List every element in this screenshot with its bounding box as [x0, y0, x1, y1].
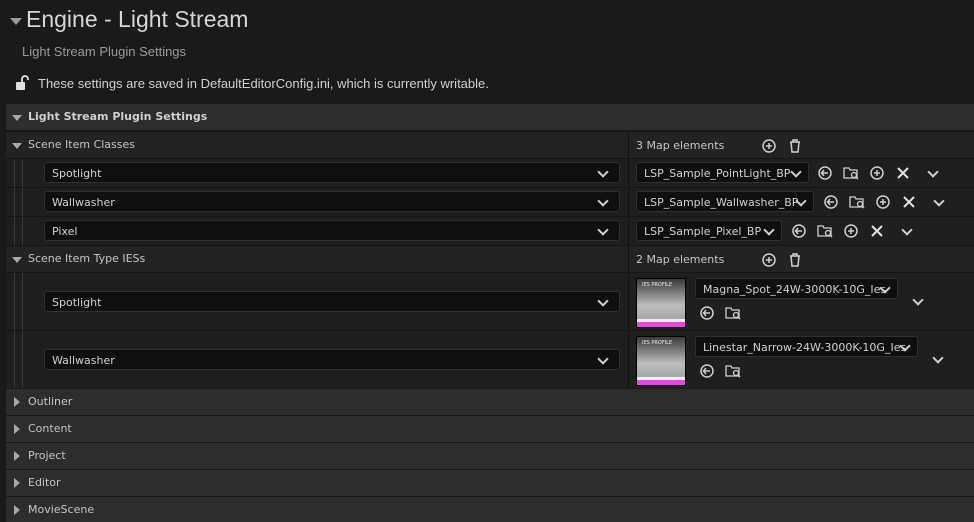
chevron-down-icon — [790, 166, 802, 178]
dropdown-value: Linestar_Narrow-24W-3000K-10G_Ies — [703, 341, 907, 354]
key-dropdown[interactable]: Pixel — [44, 220, 620, 241]
asset-picker[interactable]: Linestar_Narrow-24W-3000K-10G_Ies — [695, 336, 918, 357]
key-dropdown[interactable]: Spotlight — [44, 162, 620, 183]
key-dropdown[interactable]: Wallwasher — [44, 349, 620, 370]
dropdown-value: Magna_Spot_24W-3000K-10G_Ies — [703, 283, 887, 296]
section-label: Content — [28, 422, 72, 435]
trash-icon[interactable] — [787, 138, 803, 154]
property-label: Scene Item Classes — [28, 138, 136, 151]
folder-search-icon[interactable] — [817, 223, 833, 239]
property-label: Scene Item Type IESs — [28, 252, 146, 265]
dropdown-value: LSP_Sample_Wallwasher_BP — [644, 196, 799, 209]
section-outliner[interactable]: Outliner — [6, 389, 974, 415]
section-label: Outliner — [28, 395, 73, 408]
map-count: 3 Map elements — [636, 139, 725, 152]
x-icon[interactable] — [901, 194, 917, 210]
section-content[interactable]: Content — [6, 416, 974, 442]
section-label: Editor — [28, 476, 61, 489]
dropdown-value: LSP_Sample_PointLight_BP — [644, 167, 791, 180]
asset-picker[interactable]: Magna_Spot_24W-3000K-10G_Ies — [695, 278, 898, 299]
page-title: Engine - Light Stream — [26, 6, 249, 32]
unlocked-lock-icon — [16, 75, 29, 90]
chevron-down-icon — [597, 166, 609, 178]
chevron-down-icon — [597, 353, 609, 365]
class-picker[interactable]: LSP_Sample_Wallwasher_BP — [636, 191, 814, 212]
chevron-down-icon — [763, 224, 775, 236]
key-dropdown[interactable]: Spotlight — [44, 291, 620, 312]
expanded-arrow-icon[interactable] — [12, 257, 22, 263]
dropdown-value: Spotlight — [52, 167, 102, 180]
chevron-down-icon — [597, 195, 609, 207]
class-picker[interactable]: LSP_Sample_PointLight_BP — [636, 162, 809, 183]
x-icon[interactable] — [869, 223, 885, 239]
chevron-down-icon — [597, 224, 609, 236]
plus-circle-icon[interactable] — [875, 194, 891, 210]
collapsed-arrow-icon — [14, 505, 20, 515]
map-entry-row: Pixel LSP_Sample_Pixel_BP — [6, 216, 974, 245]
folder-search-icon[interactable] — [725, 363, 741, 379]
ies-thumbnail[interactable]: IES PROFILE — [636, 336, 686, 386]
collapsed-arrow-icon — [14, 397, 20, 407]
dropdown-value: Wallwasher — [52, 354, 115, 367]
arrow-left-circle-icon[interactable] — [817, 165, 833, 181]
dropdown-value: Pixel — [52, 225, 78, 238]
section-label: Project — [28, 449, 66, 462]
plus-circle-icon[interactable] — [869, 165, 885, 181]
page-subtitle: Light Stream Plugin Settings — [22, 44, 187, 59]
ies-thumbnail[interactable]: IES PROFILE — [636, 278, 686, 328]
dropdown-value: Spotlight — [52, 296, 102, 309]
plus-circle-icon[interactable] — [761, 138, 777, 154]
map-entry-row: Wallwasher LSP_Sample_Wallwasher_BP — [6, 187, 974, 216]
trash-icon[interactable] — [787, 252, 803, 268]
chevron-down-icon[interactable] — [927, 166, 939, 178]
dropdown-value: LSP_Sample_Pixel_BP — [644, 225, 762, 238]
chevron-down-icon[interactable] — [912, 294, 924, 306]
folder-search-icon[interactable] — [843, 165, 859, 181]
arrow-left-circle-icon[interactable] — [823, 194, 839, 210]
collapsed-arrow-icon — [14, 478, 20, 488]
map-entry-row: Wallwasher IES PROFILE Linestar_Narrow-2… — [6, 330, 974, 388]
section-project[interactable]: Project — [6, 443, 974, 469]
map-count: 2 Map elements — [636, 253, 725, 266]
plus-circle-icon[interactable] — [761, 252, 777, 268]
map-entry-row: Spotlight LSP_Sample_PointLight_BP — [6, 158, 974, 187]
scene-item-ies-row: Scene Item Type IESs 2 Map elements — [6, 245, 974, 272]
chevron-down-icon[interactable] — [932, 352, 944, 364]
settings-header: Engine - Light Stream Light Stream Plugi… — [0, 0, 974, 104]
section-moviescene[interactable]: MovieScene — [6, 497, 974, 522]
chevron-down-icon — [597, 295, 609, 307]
category-light-stream-plugin-settings[interactable]: Light Stream Plugin Settings — [6, 104, 974, 130]
arrow-left-circle-icon[interactable] — [699, 305, 715, 321]
arrow-left-circle-icon[interactable] — [699, 363, 715, 379]
collapse-arrow-icon[interactable] — [10, 18, 22, 25]
map-entry-row: Spotlight IES PROFILE Magna_Spot_24W-300… — [6, 272, 974, 330]
folder-search-icon[interactable] — [849, 194, 865, 210]
section-label: MovieScene — [28, 503, 95, 516]
arrow-left-circle-icon[interactable] — [791, 223, 807, 239]
folder-search-icon[interactable] — [725, 305, 741, 321]
chevron-down-icon[interactable] — [933, 195, 945, 207]
collapsed-arrow-icon — [14, 424, 20, 434]
scene-item-classes-row: Scene Item Classes 3 Map elements — [6, 131, 974, 158]
expanded-arrow-icon — [12, 115, 22, 121]
key-dropdown[interactable]: Wallwasher — [44, 191, 620, 212]
config-note: These settings are saved in DefaultEdito… — [38, 76, 489, 91]
section-editor[interactable]: Editor — [6, 470, 974, 496]
chevron-down-icon[interactable] — [901, 224, 913, 236]
plus-circle-icon[interactable] — [843, 223, 859, 239]
x-icon[interactable] — [895, 165, 911, 181]
collapsed-arrow-icon — [14, 451, 20, 461]
expanded-arrow-icon[interactable] — [12, 143, 22, 149]
category-label: Light Stream Plugin Settings — [28, 110, 208, 123]
class-picker[interactable]: LSP_Sample_Pixel_BP — [636, 220, 782, 241]
dropdown-value: Wallwasher — [52, 196, 115, 209]
